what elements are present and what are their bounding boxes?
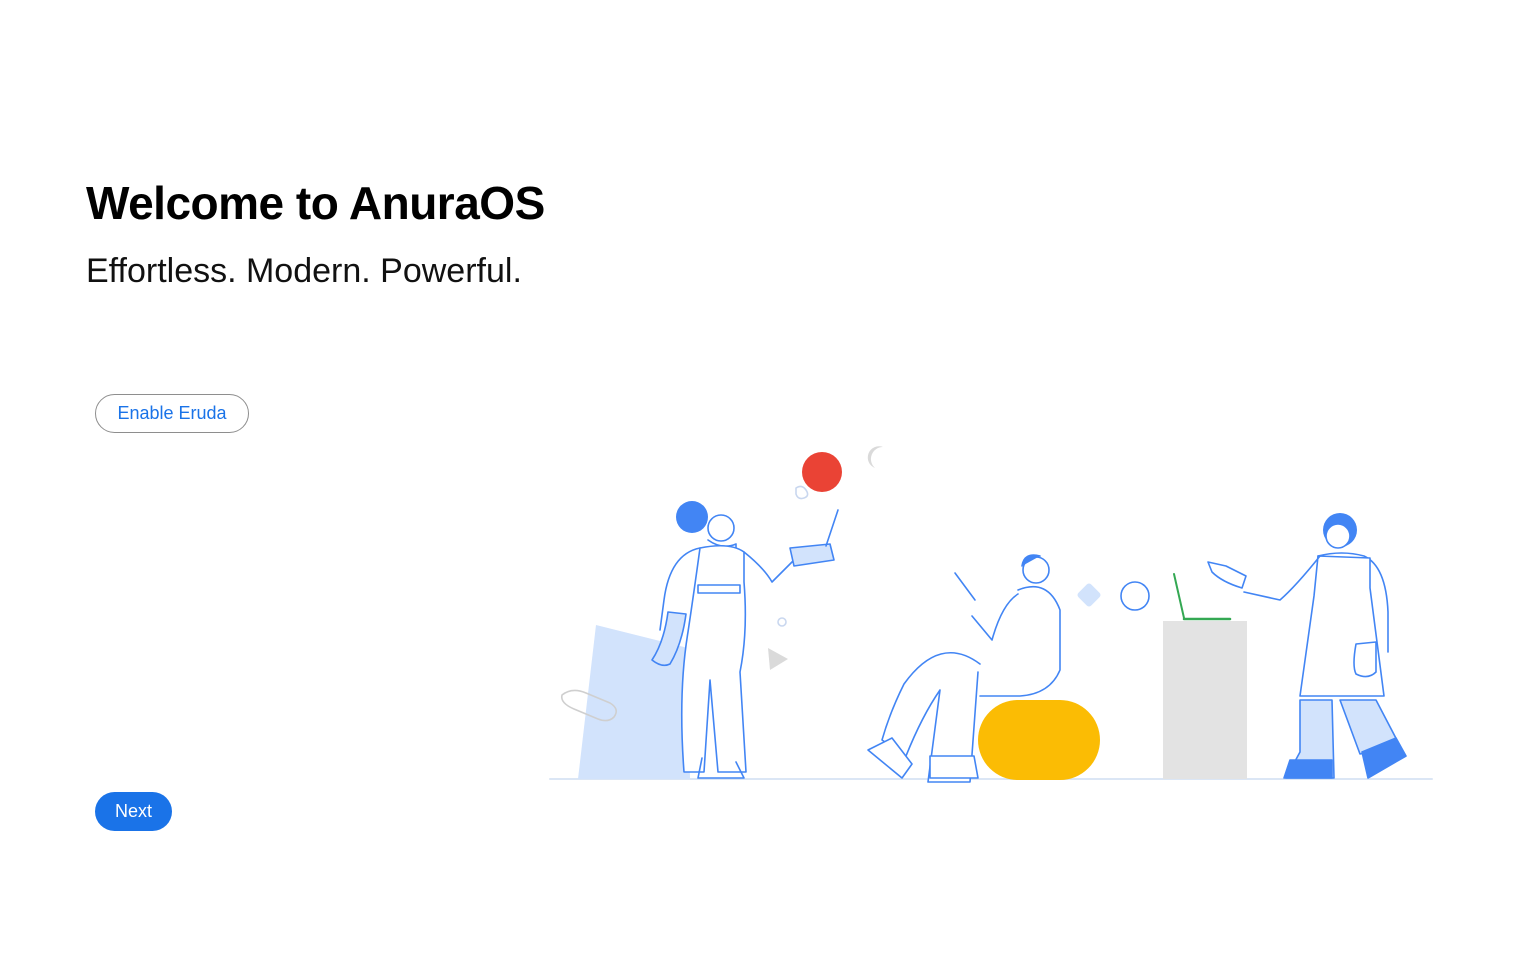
small-loop-shape	[795, 485, 809, 500]
welcome-screen: Welcome to AnuraOS Effortless. Modern. P…	[0, 0, 1536, 960]
people-working-illustration	[549, 446, 1433, 783]
grey-crescent-shape	[867, 446, 883, 468]
next-button[interactable]: Next	[95, 792, 172, 831]
blue-ring-shape	[1120, 581, 1150, 611]
grey-triangle-shape	[768, 648, 788, 670]
laptop-on-pedestal-icon	[1173, 573, 1232, 621]
red-circle-shape	[802, 452, 842, 492]
page-subtitle: Effortless. Modern. Powerful.	[86, 252, 522, 290]
grey-pedestal-shape	[1163, 621, 1247, 779]
yellow-ottoman-shape	[978, 700, 1100, 780]
small-ring-shape	[777, 617, 787, 627]
blue-diamond-shape	[1077, 583, 1101, 607]
page-title: Welcome to AnuraOS	[86, 177, 545, 229]
enable-eruda-button[interactable]: Enable Eruda	[95, 394, 249, 433]
